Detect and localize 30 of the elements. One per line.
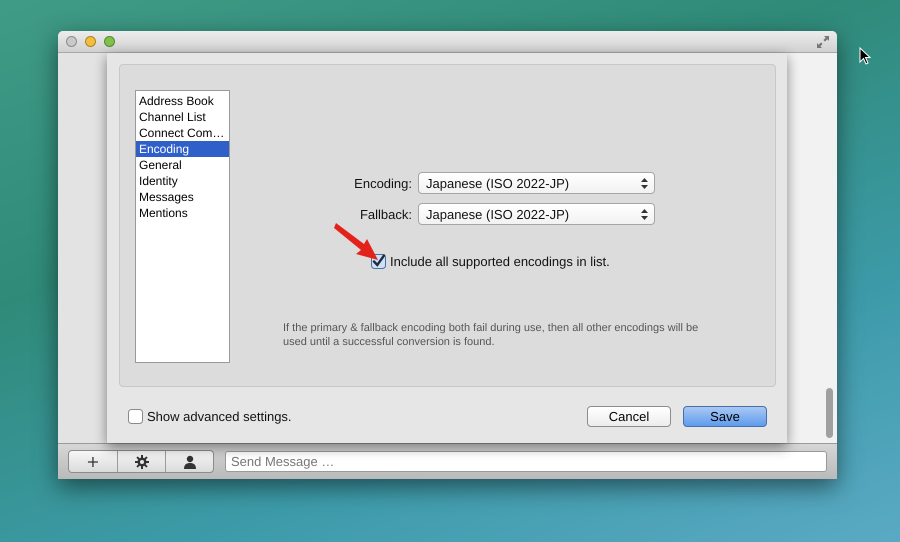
- field-label: Fallback:: [358, 206, 412, 222]
- gear-icon: [134, 454, 148, 468]
- category-item[interactable]: Mentions: [136, 205, 229, 221]
- zoom-button[interactable]: [104, 36, 115, 47]
- category-item[interactable]: Messages: [136, 189, 229, 205]
- category-item[interactable]: Channel List: [136, 109, 229, 125]
- annotation-arrow: [334, 220, 380, 262]
- message-field[interactable]: Send Message …: [225, 451, 827, 472]
- scrollbar-thumb[interactable]: [826, 388, 833, 438]
- encoding-popup[interactable]: Japanese (ISO 2022-JP): [418, 172, 655, 194]
- encoding-popup[interactable]: Japanese (ISO 2022-JP): [418, 203, 655, 225]
- field-label: Encoding:: [353, 176, 412, 190]
- stepper-arrows-icon: [641, 208, 648, 220]
- category-item[interactable]: Identity: [136, 173, 229, 189]
- close-button[interactable]: [66, 36, 77, 47]
- hint-text: If the primary & fallback encoding both fail during use, then all other encodings will be used until a successful conversion is found.: [283, 321, 700, 349]
- mouse-pointer-icon: [859, 47, 871, 65]
- category-item[interactable]: Address Book: [136, 93, 229, 109]
- category-item[interactable]: General: [136, 157, 229, 173]
- checkbox-label: Include all supported encodings in list.: [390, 254, 610, 269]
- checkbox[interactable]: [128, 409, 143, 424]
- save-button[interactable]: Save: [683, 406, 767, 427]
- checkbox-label: Show advanced settings.: [147, 409, 292, 424]
- cancel-button[interactable]: Cancel: [587, 406, 671, 427]
- category-item[interactable]: Connect Com…: [136, 125, 229, 141]
- stepper-arrows-icon: [641, 178, 648, 188]
- category-item[interactable]: Encoding: [136, 141, 229, 157]
- person-icon: [182, 454, 196, 468]
- minimize-button[interactable]: [85, 36, 96, 47]
- fullscreen-icon[interactable]: [817, 36, 829, 48]
